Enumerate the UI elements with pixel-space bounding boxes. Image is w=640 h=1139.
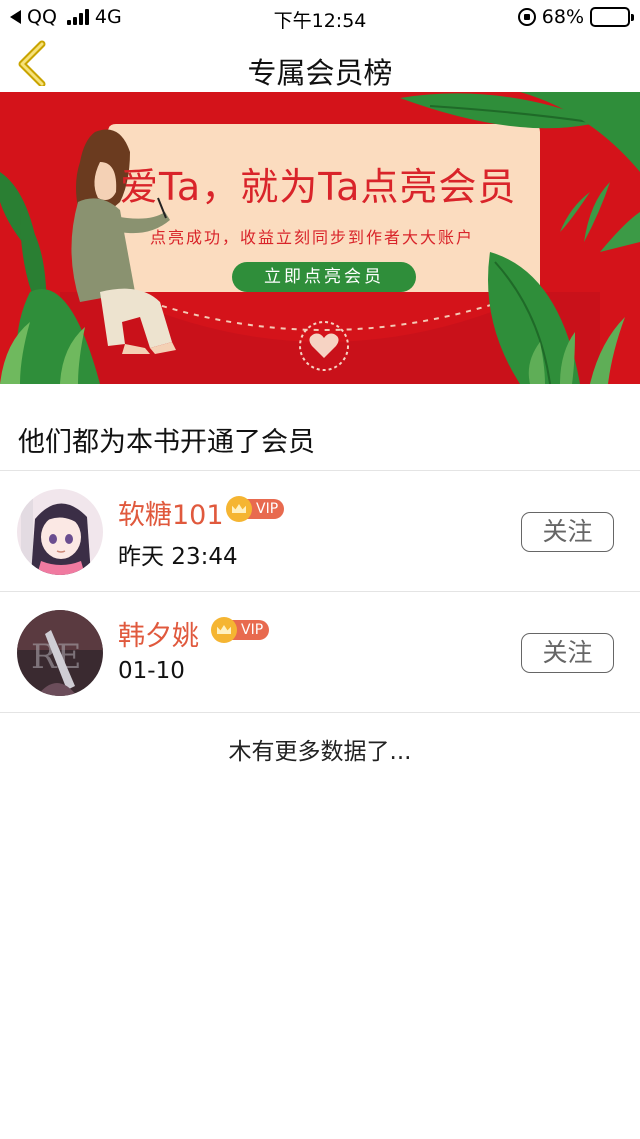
divider — [0, 712, 640, 713]
nav-bar: 专属会员榜 — [0, 36, 640, 92]
page-title: 专属会员榜 — [247, 56, 393, 90]
member-time: 01-10 — [118, 658, 185, 684]
member-time: 昨天 23:44 — [118, 544, 238, 570]
anime-girl-avatar[interactable] — [17, 489, 103, 575]
orientation-lock-icon — [517, 8, 536, 26]
member-name[interactable]: 韩夕姚 — [118, 614, 199, 653]
vip-badge: VIP — [211, 617, 270, 643]
member-name[interactable]: 软糖101 — [118, 493, 224, 532]
light-up-member-button[interactable]: 立即点亮会员 — [232, 262, 416, 292]
status-bar: QQ 4G 下午12:54 68% — [0, 0, 640, 36]
status-bar-right: 68% — [517, 6, 634, 28]
crown-icon — [211, 617, 237, 643]
banner-subtitle: 点亮成功，收益立刻同步到作者大大账户 — [150, 228, 475, 247]
member-row[interactable]: 软糖101 VIP 昨天 23:44 关注 — [0, 471, 640, 591]
member-row[interactable]: RE 韩夕姚 VIP 01-10 关注 — [0, 592, 640, 712]
vip-badge: VIP — [226, 496, 285, 522]
promo-banner[interactable]: 爱Ta，就为Ta点亮会员 点亮成功，收益立刻同步到作者大大账户 立即点亮会员 — [0, 92, 640, 384]
no-more-data-text: 木有更多数据了... — [228, 739, 412, 765]
follow-button[interactable]: 关注 — [521, 633, 614, 673]
battery-percent: 68% — [541, 6, 584, 28]
crown-icon — [226, 496, 252, 522]
follow-button[interactable]: 关注 — [521, 512, 614, 552]
battery-icon — [590, 7, 634, 27]
photo-avatar[interactable]: RE — [17, 610, 103, 696]
section-title: 他们都为本书开通了会员 — [18, 427, 315, 458]
banner-title: 爱Ta，就为Ta点亮会员 — [120, 165, 517, 209]
